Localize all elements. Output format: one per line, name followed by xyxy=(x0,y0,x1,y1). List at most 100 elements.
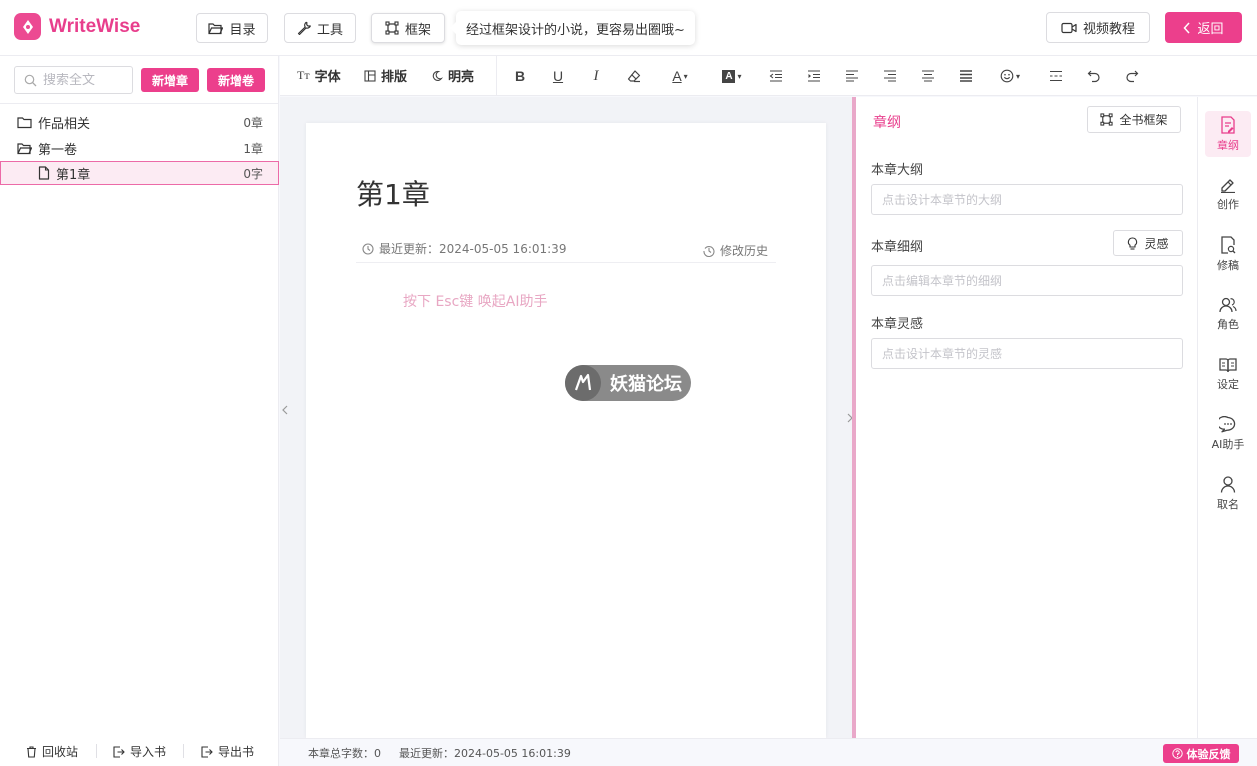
export-icon xyxy=(201,745,213,758)
chevron-left-icon xyxy=(1183,21,1191,34)
app-logo: WriteWise xyxy=(14,13,140,40)
font-button[interactable]: Tт 字体 xyxy=(297,66,341,85)
lightbulb-icon xyxy=(1127,236,1138,250)
tree-item-related[interactable]: 作品相关 0章 xyxy=(0,110,279,134)
chapter-outline-input[interactable] xyxy=(871,184,1183,215)
recycle-bin-button[interactable]: 回收站 xyxy=(26,743,78,760)
bold-icon[interactable]: B xyxy=(511,67,529,85)
tree-item-label: 第一卷 xyxy=(38,142,78,158)
new-volume-button[interactable]: 新增卷 xyxy=(207,68,265,92)
forum-watermark: 妖猫论坛 xyxy=(565,365,691,401)
layout-icon xyxy=(364,69,376,82)
history-link[interactable]: 修改历史 xyxy=(703,242,768,259)
undo-icon[interactable] xyxy=(1085,67,1103,85)
emoji-icon[interactable]: ▾ xyxy=(997,67,1023,85)
italic-icon[interactable]: I xyxy=(587,67,605,85)
indent-icon[interactable] xyxy=(805,67,823,85)
rail-item-settings[interactable]: 设定 xyxy=(1205,351,1251,397)
outline-title: 章纲 xyxy=(873,115,901,131)
tools-button[interactable]: 工具 xyxy=(284,13,356,43)
book-icon xyxy=(1219,357,1237,373)
divider xyxy=(183,744,184,758)
catalog-button[interactable]: 目录 xyxy=(196,13,268,43)
redo-icon[interactable] xyxy=(1123,67,1141,85)
frame-button[interactable]: 框架 xyxy=(371,13,445,43)
collapse-sidebar-chevron-icon[interactable] xyxy=(280,400,290,420)
divider-line-icon[interactable] xyxy=(1047,67,1065,85)
new-chapter-button[interactable]: 新增章 xyxy=(141,68,199,92)
sidebar-footer: 回收站 导入书 导出书 xyxy=(0,736,279,766)
chapter-inspiration-label: 本章灵感 xyxy=(871,317,924,332)
person-icon xyxy=(1220,476,1236,493)
question-icon xyxy=(1171,748,1183,759)
wrench-icon xyxy=(297,21,311,35)
chapter-detail-label: 本章细纲 xyxy=(871,240,924,255)
divider xyxy=(0,103,279,104)
rail-item-characters[interactable]: 角色 xyxy=(1205,291,1251,337)
tree-item-chapter-1[interactable]: 第1章 0字 xyxy=(0,161,279,185)
video-tutorial-button[interactable]: 视频教程 xyxy=(1046,12,1150,43)
import-book-button[interactable]: 导入书 xyxy=(113,743,166,760)
rail-item-ai-assistant[interactable]: AI助手 xyxy=(1205,411,1251,457)
rail-item-naming[interactable]: 取名 xyxy=(1205,471,1251,517)
folder-icon xyxy=(17,116,32,129)
rail-item-create[interactable]: 创作 xyxy=(1205,171,1251,217)
rail-item-outline[interactable]: 章纲 xyxy=(1205,111,1251,157)
divider xyxy=(496,56,497,96)
moon-icon xyxy=(431,70,443,82)
highlight-color-icon[interactable]: A ▾ xyxy=(719,67,745,85)
tree-item-count: 0章 xyxy=(243,115,263,130)
frame-tooltip: 经过框架设计的小说，更容易出圈哦~ xyxy=(450,11,695,45)
last-update-text: 最近更新：2024-05-05 16:01:39 xyxy=(379,242,567,256)
tree-item-count: 0字 xyxy=(243,166,263,181)
pen-icon xyxy=(1219,177,1237,193)
format-toolbar: Tт 字体 排版 明亮 B U I A ▾ A ▾ ▾ xyxy=(280,56,1257,96)
export-book-button[interactable]: 导出书 xyxy=(201,743,254,760)
watermark-text: 妖猫论坛 xyxy=(610,374,682,395)
tree-item-label: 作品相关 xyxy=(38,116,91,132)
chapter-detail-input[interactable] xyxy=(871,265,1183,296)
editor-page[interactable]: 第1章 最近更新：2024-05-05 16:01:39 修改历史 按下 Esc… xyxy=(306,123,826,738)
outdent-icon[interactable] xyxy=(767,67,785,85)
right-tool-rail: 章纲 创作 修稿 角色 设定 AI助手 取名 xyxy=(1197,97,1257,738)
font-color-icon[interactable]: A ▾ xyxy=(667,67,693,85)
back-button[interactable]: 返回 xyxy=(1165,12,1242,43)
chapter-inspiration-input[interactable] xyxy=(871,338,1183,369)
doc-search-icon xyxy=(1220,235,1236,254)
search-box[interactable] xyxy=(14,66,133,94)
layout-button[interactable]: 排版 xyxy=(364,66,407,85)
frame-icon xyxy=(385,21,399,35)
tree-item-volume-1[interactable]: 第一卷 1章 xyxy=(0,136,279,160)
rail-item-revise[interactable]: 修稿 xyxy=(1205,231,1251,277)
divider xyxy=(96,744,97,758)
tree-item-label: 第1章 xyxy=(56,167,91,183)
search-icon xyxy=(24,74,37,87)
ai-hint-text: 按下 Esc键 唤起AI助手 xyxy=(403,294,548,310)
chapter-meta: 最近更新：2024-05-05 16:01:39 修改历史 xyxy=(356,235,776,263)
inspiration-button[interactable]: 灵感 xyxy=(1113,230,1183,256)
frame-icon xyxy=(1100,113,1114,126)
feedback-button[interactable]: 体验反馈 xyxy=(1163,744,1239,763)
file-icon xyxy=(38,166,50,180)
theme-button[interactable]: 明亮 xyxy=(431,66,474,85)
align-left-icon[interactable] xyxy=(843,67,861,85)
tree-item-count: 1章 xyxy=(243,141,263,156)
status-last-update: 最近更新：2024-05-05 16:01:39 xyxy=(399,746,571,760)
outline-panel: 章纲 全书框架 本章大纲 本章细纲 灵感 本章灵感 xyxy=(852,97,1197,738)
chapter-title[interactable]: 第1章 xyxy=(356,173,430,213)
outline-doc-icon xyxy=(1220,115,1236,134)
search-input[interactable] xyxy=(43,72,123,88)
app-name: WriteWise xyxy=(49,15,141,37)
folder-open-icon xyxy=(17,142,32,155)
underline-icon[interactable]: U xyxy=(549,67,567,85)
chat-icon xyxy=(1219,416,1237,433)
font-size-icon: Tт xyxy=(297,68,310,82)
align-right-icon[interactable] xyxy=(881,67,899,85)
align-center-icon[interactable] xyxy=(919,67,937,85)
chapter-outline-label: 本章大纲 xyxy=(871,163,924,178)
status-bar: 本章总字数：0 最近更新：2024-05-05 16:01:39 xyxy=(280,738,1257,766)
align-justify-icon[interactable] xyxy=(957,67,975,85)
full-book-frame-button[interactable]: 全书框架 xyxy=(1087,106,1181,133)
people-icon xyxy=(1219,297,1237,313)
eraser-icon[interactable] xyxy=(625,67,643,85)
